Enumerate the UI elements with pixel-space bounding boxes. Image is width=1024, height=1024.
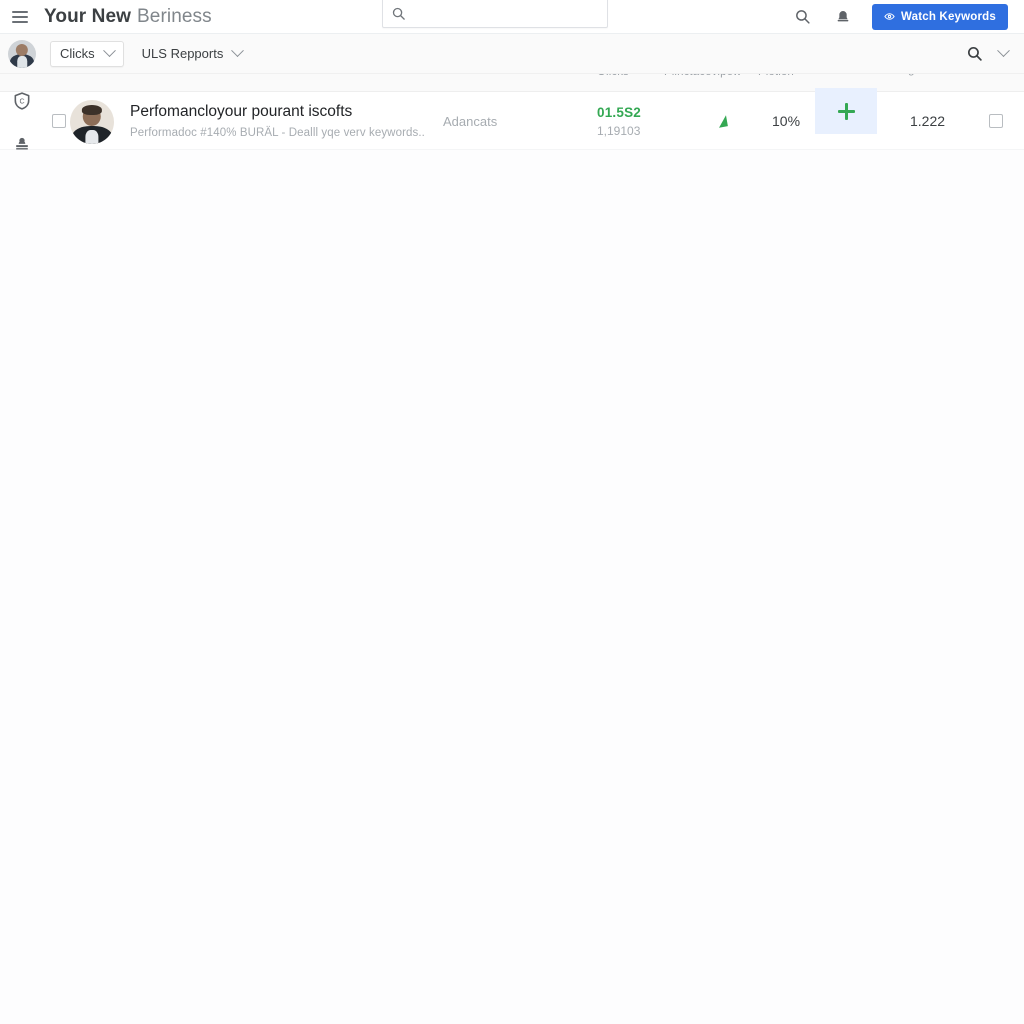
column-clicks[interactable]: Olicks: [597, 74, 629, 78]
column-valuation[interactable]: Pligtantion: [895, 74, 950, 76]
shield-badge-icon[interactable]: C: [11, 90, 33, 112]
stamp-seal-icon[interactable]: [11, 132, 33, 154]
row-title[interactable]: Perfomancloyour pourant iscofts: [130, 103, 425, 122]
column-conversions[interactable]: Colvtoloana: [815, 74, 877, 76]
avatar[interactable]: [8, 39, 36, 68]
watch-keywords-button[interactable]: Watch Keywords: [871, 3, 1008, 30]
hamburger-menu-icon[interactable]: [12, 9, 32, 25]
hamburger-line: [12, 20, 28, 23]
row-clicks-cell: 01.5S2 1,19103: [597, 92, 641, 150]
row-clicks-value: 01.5S2: [597, 104, 641, 120]
plus-icon[interactable]: [837, 102, 855, 120]
hamburger-line: [12, 15, 28, 18]
column-valuation-label: Pligtantion: [895, 74, 950, 76]
column-conversions-label: Colvtoloana: [815, 74, 877, 76]
search-input[interactable]: [406, 0, 599, 27]
report-select[interactable]: ULS Repports: [141, 44, 245, 61]
bell-icon[interactable]: [832, 6, 854, 28]
brand-light-text: Beriness: [137, 5, 212, 27]
row-avatar-shirt: [85, 129, 99, 144]
avatar-shirt: [17, 56, 27, 68]
chevron-down-icon: [231, 44, 245, 58]
row-action-checkbox[interactable]: [989, 114, 1003, 128]
results-table: Olicks Plinctacevipew Piotion Colvtoloan…: [0, 74, 1024, 1024]
column-position[interactable]: Piotion: [758, 74, 794, 78]
global-search-box[interactable]: [382, 0, 608, 28]
page-title: Your New Beriness: [44, 6, 212, 28]
report-select-label: ULS Repports: [141, 46, 224, 61]
row-category: Adancats: [443, 113, 498, 129]
top-bar-actions: Watch Keywords: [792, 3, 1008, 30]
column-clicks-label: Olicks: [597, 74, 629, 78]
chevron-down-icon[interactable]: [997, 44, 1010, 58]
row-avatar: [70, 100, 114, 144]
sub-toolbar: Clicks ULS Repports: [0, 34, 1024, 74]
row-add-cell[interactable]: [815, 88, 877, 134]
row-clicks-sub: 1,19103: [597, 123, 641, 138]
search-icon: [391, 6, 406, 21]
top-bar: Your New Beriness Watch Keywords: [0, 0, 1024, 34]
column-impressions[interactable]: Plinctacevipew: [664, 74, 741, 78]
search-icon[interactable]: [792, 6, 814, 28]
metric-select[interactable]: Clicks: [50, 40, 124, 67]
column-position-label: Piotion: [758, 74, 794, 78]
chevron-down-icon: [102, 44, 116, 58]
svg-text:C: C: [19, 98, 24, 106]
table-row[interactable]: Perfomancloyour pourant iscofts Performa…: [0, 88, 1024, 150]
row-avatar-hair: [81, 105, 103, 115]
left-rail: C: [0, 74, 44, 1024]
row-main-cell: Perfomancloyour pourant iscofts Performa…: [130, 92, 425, 150]
brand-strong-text: Your New: [44, 5, 132, 27]
row-trend-cell: [717, 92, 728, 150]
app-root: Your New Beriness Watch Keywords Clicks …: [0, 0, 1024, 1024]
hamburger-line: [12, 10, 28, 13]
search-icon[interactable]: [963, 43, 985, 65]
sub-toolbar-actions: [963, 43, 1024, 65]
watch-keywords-label: Watch Keywords: [900, 10, 996, 23]
row-subtitle: Performadoc #140% BURÄL - Dealll yqe ver…: [130, 126, 425, 139]
green-triangle-up-icon: [717, 114, 728, 128]
row-valuation-value: 1.222: [910, 113, 946, 129]
column-impressions-label: Plinctacevipew: [664, 74, 741, 78]
row-position-value: 10%: [772, 113, 801, 129]
row-select-checkbox[interactable]: [52, 114, 66, 128]
metric-select-label: Clicks: [60, 46, 95, 61]
eye-icon: [884, 11, 895, 22]
